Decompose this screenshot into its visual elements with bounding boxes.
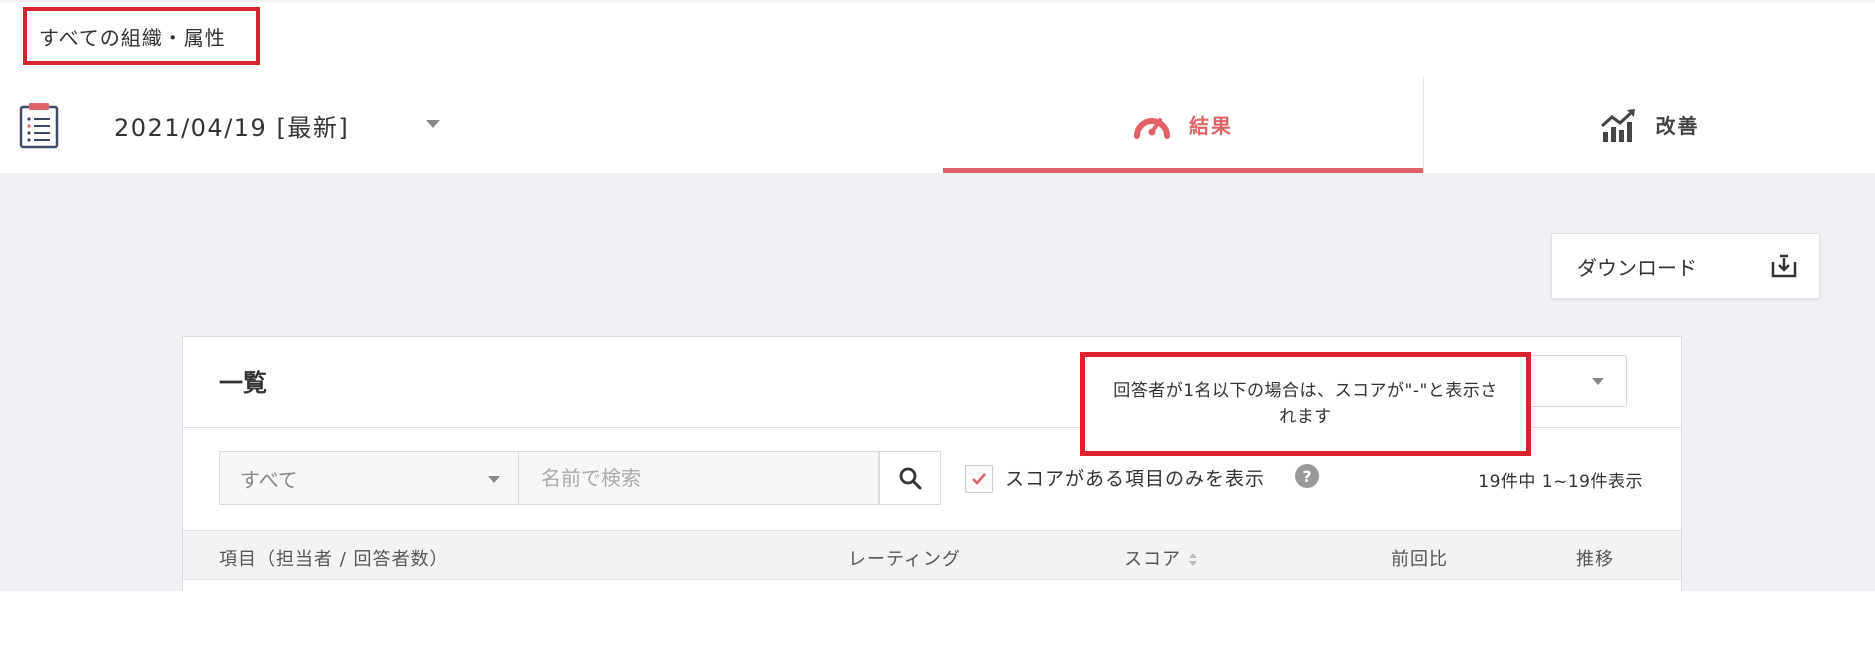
search-button[interactable] bbox=[879, 451, 941, 505]
survey-date-value: 2021/04/19 [最新] bbox=[114, 114, 350, 142]
sort-icon bbox=[1189, 553, 1197, 567]
column-header-rating: レーティング bbox=[848, 549, 961, 570]
column-header-trend: 推移 bbox=[1576, 549, 1614, 570]
search-icon bbox=[899, 467, 922, 490]
category-filter-value: すべて bbox=[240, 467, 298, 492]
header-bar: 2021/04/19 [最新] 結果 改善 bbox=[0, 76, 1875, 173]
tab-result[interactable]: 結果 bbox=[943, 76, 1423, 173]
download-icon bbox=[1771, 254, 1797, 278]
download-button-label: ダウンロード bbox=[1577, 255, 1697, 280]
table-header: 項目（担当者 / 回答者数） レーティング スコア 前回比 推移 bbox=[183, 530, 1681, 580]
trend-chart-icon bbox=[1600, 108, 1635, 142]
tab-improve-label: 改善 bbox=[1655, 114, 1700, 138]
tab-improve[interactable]: 改善 bbox=[1424, 76, 1875, 173]
category-filter-select[interactable]: すべて bbox=[219, 451, 519, 505]
download-button[interactable]: ダウンロード bbox=[1551, 233, 1820, 299]
gauge-icon bbox=[1134, 117, 1170, 139]
score-only-label[interactable]: スコアがある項目のみを表示 bbox=[1005, 464, 1265, 491]
column-header-score-wrap[interactable]: スコア bbox=[1124, 545, 1197, 571]
clipboard-list-icon bbox=[19, 103, 59, 149]
panel-title: 一覧 bbox=[219, 369, 267, 397]
organization-scope-label: すべての組織・属性 bbox=[39, 25, 226, 50]
search-input[interactable] bbox=[519, 451, 879, 505]
column-header-item: 項目（担当者 / 回答者数） bbox=[219, 549, 449, 570]
chevron-down-icon[interactable] bbox=[426, 120, 440, 128]
score-tooltip-text: 回答者が1名以下の場合は、スコアが"-"と表示されます bbox=[1113, 381, 1498, 427]
score-only-checkbox[interactable] bbox=[965, 465, 993, 493]
top-edge bbox=[0, 0, 1875, 4]
survey-date-select[interactable]: 2021/04/19 [最新] bbox=[114, 108, 349, 143]
result-count: 19件中 1~19件表示 bbox=[1478, 472, 1643, 492]
chevron-down-icon bbox=[488, 476, 500, 483]
column-header-previous: 前回比 bbox=[1391, 549, 1448, 570]
tab-result-label: 結果 bbox=[1189, 114, 1233, 138]
chevron-down-icon bbox=[1592, 378, 1604, 385]
column-header-score: スコア bbox=[1124, 549, 1181, 570]
organization-scope-selector[interactable]: すべての組織・属性 bbox=[23, 7, 260, 65]
score-tooltip: 回答者が1名以下の場合は、スコアが"-"と表示されます bbox=[1080, 352, 1531, 456]
help-icon[interactable]: ? bbox=[1295, 464, 1319, 488]
checkmark-icon bbox=[972, 473, 986, 485]
